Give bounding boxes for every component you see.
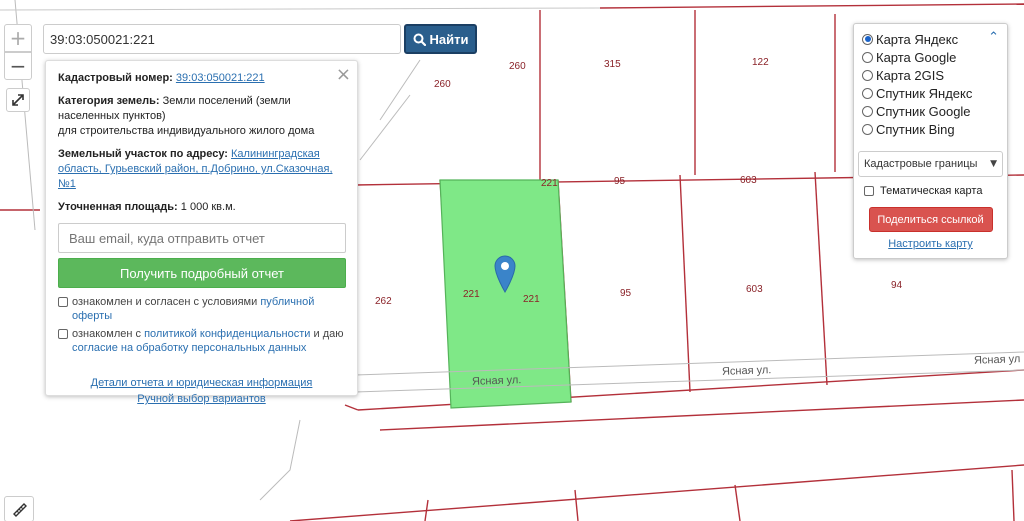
privacy-consent-text: ознакомлен с политикой конфиденциальност… [72, 327, 344, 355]
area-row: Уточненная площадь: 1 000 кв.м. [58, 200, 345, 215]
land-use-value: для строительства индивидуального жилого… [58, 125, 315, 137]
privacy-consent-checkbox[interactable] [58, 329, 68, 339]
plot-label: 260 [509, 61, 526, 72]
radio-button[interactable] [862, 69, 873, 81]
layer-option-label: Спутник Google [876, 103, 971, 119]
expand-icon [12, 94, 24, 106]
land-category-label: Категория земель: [58, 95, 160, 107]
ruler-button[interactable] [4, 496, 34, 521]
plot-label: 122 [752, 57, 769, 68]
layer-option-label: Карта 2GIS [876, 67, 945, 83]
thematic-map-row[interactable]: Тематическая карта [864, 185, 999, 197]
plot-label: 95 [614, 176, 626, 187]
layer-option-bing-satellite[interactable]: Спутник Bing [862, 120, 999, 138]
offer-consent-row: ознакомлен и согласен с условиями публич… [58, 295, 345, 323]
radio-button[interactable] [862, 105, 873, 117]
personal-data-consent-link[interactable]: согласие на обработку персональных данны… [72, 342, 306, 354]
search-icon [413, 33, 426, 46]
chevron-up-icon[interactable]: ⌃ [988, 30, 999, 45]
zoom-out-button[interactable]: − [4, 52, 32, 80]
privacy-consent-label-2: и даю [313, 328, 344, 340]
address-row: Земельный участок по адресу: Калининград… [58, 147, 345, 192]
layer-option-label: Карта Google [876, 49, 957, 65]
zoom-in-button[interactable]: + [4, 24, 32, 52]
search-button[interactable]: Найти [404, 24, 477, 54]
cadastral-number-link[interactable]: 39:03:050021:221 [176, 72, 265, 84]
layer-option-google-satellite[interactable]: Спутник Google [862, 102, 999, 120]
manual-selection-link[interactable]: Ручной выбор вариантов [58, 391, 345, 407]
plot-label: 260 [434, 79, 451, 90]
offer-consent-checkbox[interactable] [58, 297, 68, 307]
plot-label: 95 [620, 288, 632, 299]
privacy-policy-link[interactable]: политикой конфиденциальности [144, 328, 310, 340]
privacy-consent-row: ознакомлен с политикой конфиденциальност… [58, 327, 345, 355]
layer-option-label: Карта Яндекс [876, 31, 959, 47]
radio-button[interactable] [862, 33, 873, 45]
area-value: 1 000 кв.м. [180, 201, 236, 213]
thematic-map-checkbox[interactable] [864, 186, 874, 196]
thematic-map-label: Тематическая карта [880, 185, 983, 197]
report-details-link[interactable]: Детали отчета и юридическая информация [58, 375, 345, 391]
plot-label: 221 [541, 178, 558, 189]
parcel-info-panel: × Кадастровый номер: 39:03:050021:221 Ка… [45, 60, 358, 405]
area-label: Уточненная площадь: [58, 201, 178, 213]
plot-label: 94 [891, 280, 903, 291]
plot-label: 221 [463, 289, 480, 300]
location-marker-icon[interactable] [494, 255, 516, 293]
email-field[interactable] [58, 223, 346, 253]
share-link-button[interactable]: Поделиться ссылкой [868, 207, 993, 232]
map-layers-panel: ⌃ Карта Яндекс Карта Google Карта 2GIS С… [853, 23, 1008, 259]
close-icon[interactable]: × [336, 64, 351, 85]
search-button-label: Найти [429, 31, 469, 47]
cadastral-number-row: Кадастровый номер: 39:03:050021:221 [58, 71, 345, 86]
get-report-button[interactable]: Получить подробный отчет [58, 258, 346, 288]
radio-button[interactable] [862, 87, 873, 99]
layer-option-label: Спутник Яндекс [876, 85, 973, 101]
boundaries-select-value: Кадастровые границы [864, 158, 978, 170]
setup-map-link[interactable]: Настроить карту [862, 238, 999, 250]
cadastral-number-label: Кадастровый номер: [58, 72, 173, 84]
radio-button[interactable] [862, 51, 873, 63]
layer-option-google-map[interactable]: Карта Google [862, 48, 999, 66]
offer-consent-label: ознакомлен и согласен с условиями [72, 296, 258, 308]
land-category-row: Категория земель: Земли поселений (земли… [58, 94, 345, 139]
street-label: Ясная ул. [471, 374, 522, 388]
layer-option-yandex-map[interactable]: Карта Яндекс [862, 30, 999, 48]
plot-label: 603 [740, 175, 757, 186]
plot-label: 603 [746, 284, 763, 295]
layer-option-yandex-satellite[interactable]: Спутник Яндекс [862, 84, 999, 102]
plot-label: 315 [604, 59, 621, 70]
street-label: Ясная ул [973, 353, 1021, 367]
cadastral-search-input[interactable] [43, 24, 401, 54]
boundaries-select[interactable]: Кадастровые границы ▼ [858, 151, 1003, 177]
layer-option-label: Спутник Bing [876, 121, 955, 137]
layer-option-2gis-map[interactable]: Карта 2GIS [862, 66, 999, 84]
privacy-consent-label: ознакомлен с [72, 328, 142, 340]
street-label: Ясная ул. [721, 364, 772, 378]
ruler-icon [13, 503, 27, 517]
plot-label: 221 [523, 294, 540, 305]
radio-button[interactable] [862, 123, 873, 135]
fullscreen-button[interactable] [6, 88, 30, 112]
offer-consent-text: ознакомлен и согласен с условиями публич… [72, 295, 345, 323]
chevron-down-icon: ▼ [990, 159, 997, 169]
address-label: Земельный участок по адресу: [58, 148, 228, 160]
plot-label: 262 [375, 296, 392, 307]
